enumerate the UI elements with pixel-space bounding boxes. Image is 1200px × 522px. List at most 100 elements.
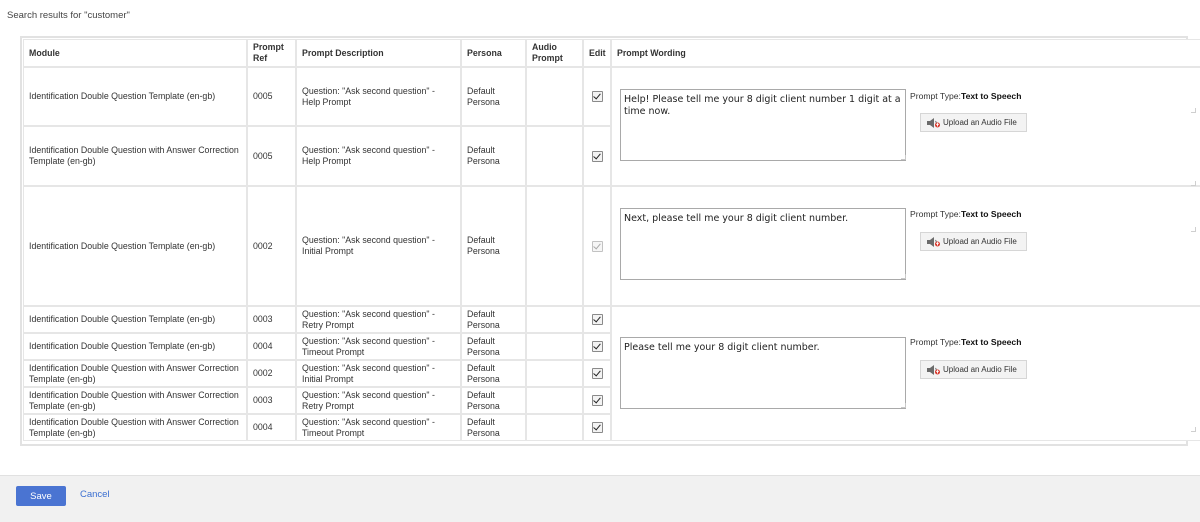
- cell-persona: Default Persona: [461, 333, 526, 360]
- cell-prompt-ref: 0002: [247, 360, 296, 387]
- search-results-title: Search results for "customer": [7, 10, 130, 21]
- prompt-wording-textarea[interactable]: Help! Please tell me your 8 digit client…: [620, 89, 906, 161]
- cell-edit: [583, 306, 611, 333]
- cell-edit: [583, 333, 611, 360]
- cell-module: Identification Double Question with Answ…: [23, 126, 247, 186]
- cell-edit: [583, 67, 611, 126]
- cell-prompt-ref: 0005: [247, 67, 296, 126]
- cell-edit: [583, 186, 611, 306]
- cell-module: Identification Double Question Template …: [23, 333, 247, 360]
- cell-module: Identification Double Question Template …: [23, 186, 247, 306]
- prompt-wording-cell: Next, please tell me your 8 digit client…: [611, 186, 1200, 306]
- textarea-resize-grip-icon[interactable]: [901, 155, 906, 160]
- cell-prompt-description: Question: "Ask second question" - Retry …: [296, 306, 461, 333]
- column-header-persona: Persona: [461, 39, 526, 67]
- cell-edit: [583, 387, 611, 414]
- results-table: Module Prompt Ref Prompt Description Per…: [22, 38, 1200, 442]
- prompt-type-caption: Prompt Type:: [910, 91, 961, 101]
- upload-audio-label: Upload an Audio File: [943, 118, 1017, 127]
- cell-prompt-ref: 0005: [247, 126, 296, 186]
- table-header-row: Module Prompt Ref Prompt Description Per…: [23, 39, 1200, 67]
- cell-audio-prompt: [526, 306, 583, 333]
- edit-checkbox[interactable]: [591, 314, 603, 326]
- prompt-wording-cell: Help! Please tell me your 8 digit client…: [611, 67, 1200, 186]
- speaker-upload-icon: [927, 365, 940, 375]
- cell-persona: Default Persona: [461, 387, 526, 414]
- table-row: Identification Double Question Template …: [23, 306, 1200, 441]
- cell-module: Identification Double Question Template …: [23, 67, 247, 126]
- column-header-edit: Edit: [583, 39, 611, 67]
- cell-edit: [583, 360, 611, 387]
- upload-audio-label: Upload an Audio File: [943, 237, 1017, 246]
- cell-persona: Default Persona: [461, 360, 526, 387]
- cell-module: Identification Double Question with Answ…: [23, 387, 247, 414]
- cell-persona: Default Persona: [461, 126, 526, 186]
- prompt-type-value: Text to Speech: [960, 91, 1022, 101]
- cell-module: Identification Double Question with Answ…: [23, 360, 247, 387]
- upload-audio-label: Upload an Audio File: [943, 365, 1017, 374]
- edit-checkbox[interactable]: [591, 422, 603, 434]
- save-button[interactable]: Save: [16, 486, 66, 506]
- edit-checkbox[interactable]: [591, 395, 603, 407]
- prompt-wording-group: Help! Please tell me your 8 digit client…: [620, 68, 1200, 186]
- upload-audio-button[interactable]: Upload an Audio File: [920, 360, 1027, 379]
- prompt-results-grid: Module Prompt Ref Prompt Description Per…: [20, 36, 1200, 446]
- cell-prompt-description: Question: "Ask second question" - Timeou…: [296, 333, 461, 360]
- row-resize-grip-icon: [1191, 227, 1196, 232]
- prompt-type-value: Text to Speech: [960, 337, 1022, 347]
- cell-audio-prompt: [526, 333, 583, 360]
- cell-audio-prompt: [526, 126, 583, 186]
- cell-persona: Default Persona: [461, 414, 526, 441]
- prompt-type-label: Prompt Type:Text to Speech: [910, 337, 1021, 348]
- cell-persona: Default Persona: [461, 306, 526, 333]
- cell-prompt-description: Question: "Ask second question" - Retry …: [296, 387, 461, 414]
- cell-prompt-description: Question: "Ask second question" - Help P…: [296, 126, 461, 186]
- speaker-upload-icon: [927, 118, 940, 128]
- edit-checkbox[interactable]: [591, 91, 603, 103]
- column-header-prompt-wording: Prompt Wording: [611, 39, 1200, 67]
- cell-persona: Default Persona: [461, 67, 526, 126]
- cell-prompt-description: Question: "Ask second question" - Initia…: [296, 360, 461, 387]
- prompt-type-value: Text to Speech: [960, 209, 1022, 219]
- cell-audio-prompt: [526, 360, 583, 387]
- prompt-wording-textarea[interactable]: Please tell me your 8 digit client numbe…: [620, 337, 906, 409]
- textarea-resize-grip-icon[interactable]: [901, 274, 906, 279]
- prompt-type-label: Prompt Type:Text to Speech: [910, 91, 1021, 102]
- cell-audio-prompt: [526, 414, 583, 441]
- cell-prompt-ref: 0004: [247, 333, 296, 360]
- upload-audio-button[interactable]: Upload an Audio File: [920, 232, 1027, 251]
- edit-checkbox[interactable]: [591, 240, 603, 252]
- cell-audio-prompt: [526, 387, 583, 414]
- row-resize-grip-icon: [1191, 427, 1196, 432]
- table-row: Identification Double Question Template …: [23, 67, 1200, 186]
- cell-module: Identification Double Question with Answ…: [23, 414, 247, 441]
- row-resize-grip-icon: [1191, 181, 1196, 186]
- column-header-audio-prompt: Audio Prompt: [526, 39, 583, 67]
- cancel-link[interactable]: Cancel: [80, 489, 110, 500]
- edit-checkbox[interactable]: [591, 341, 603, 353]
- prompt-type-caption: Prompt Type:: [910, 209, 961, 219]
- cell-module: Identification Double Question Template …: [23, 306, 247, 333]
- cell-audio-prompt: [526, 67, 583, 126]
- upload-audio-button[interactable]: Upload an Audio File: [920, 113, 1027, 132]
- cell-prompt-description: Question: "Ask second question" - Initia…: [296, 186, 461, 306]
- prompt-wording-group: Please tell me your 8 digit client numbe…: [620, 307, 1200, 440]
- cell-audio-prompt: [526, 186, 583, 306]
- textarea-resize-grip-icon[interactable]: [901, 403, 906, 408]
- edit-checkbox[interactable]: [591, 150, 603, 162]
- cell-prompt-ref: 0004: [247, 414, 296, 441]
- column-header-prompt-ref: Prompt Ref: [247, 39, 296, 67]
- footer-bar: Save Cancel: [0, 475, 1200, 522]
- table-row: Identification Double Question Template …: [23, 186, 1200, 306]
- speaker-upload-icon: [927, 237, 940, 247]
- cell-edit: [583, 414, 611, 441]
- cell-prompt-ref: 0003: [247, 306, 296, 333]
- cell-prompt-description: Question: "Ask second question" - Timeou…: [296, 414, 461, 441]
- cell-persona: Default Persona: [461, 186, 526, 306]
- cell-prompt-ref: 0002: [247, 186, 296, 306]
- prompt-wording-textarea[interactable]: Next, please tell me your 8 digit client…: [620, 208, 906, 280]
- edit-checkbox[interactable]: [591, 368, 603, 380]
- prompt-type-label: Prompt Type:Text to Speech: [910, 209, 1021, 220]
- prompt-wording-cell: Please tell me your 8 digit client numbe…: [611, 306, 1200, 441]
- cell-prompt-ref: 0003: [247, 387, 296, 414]
